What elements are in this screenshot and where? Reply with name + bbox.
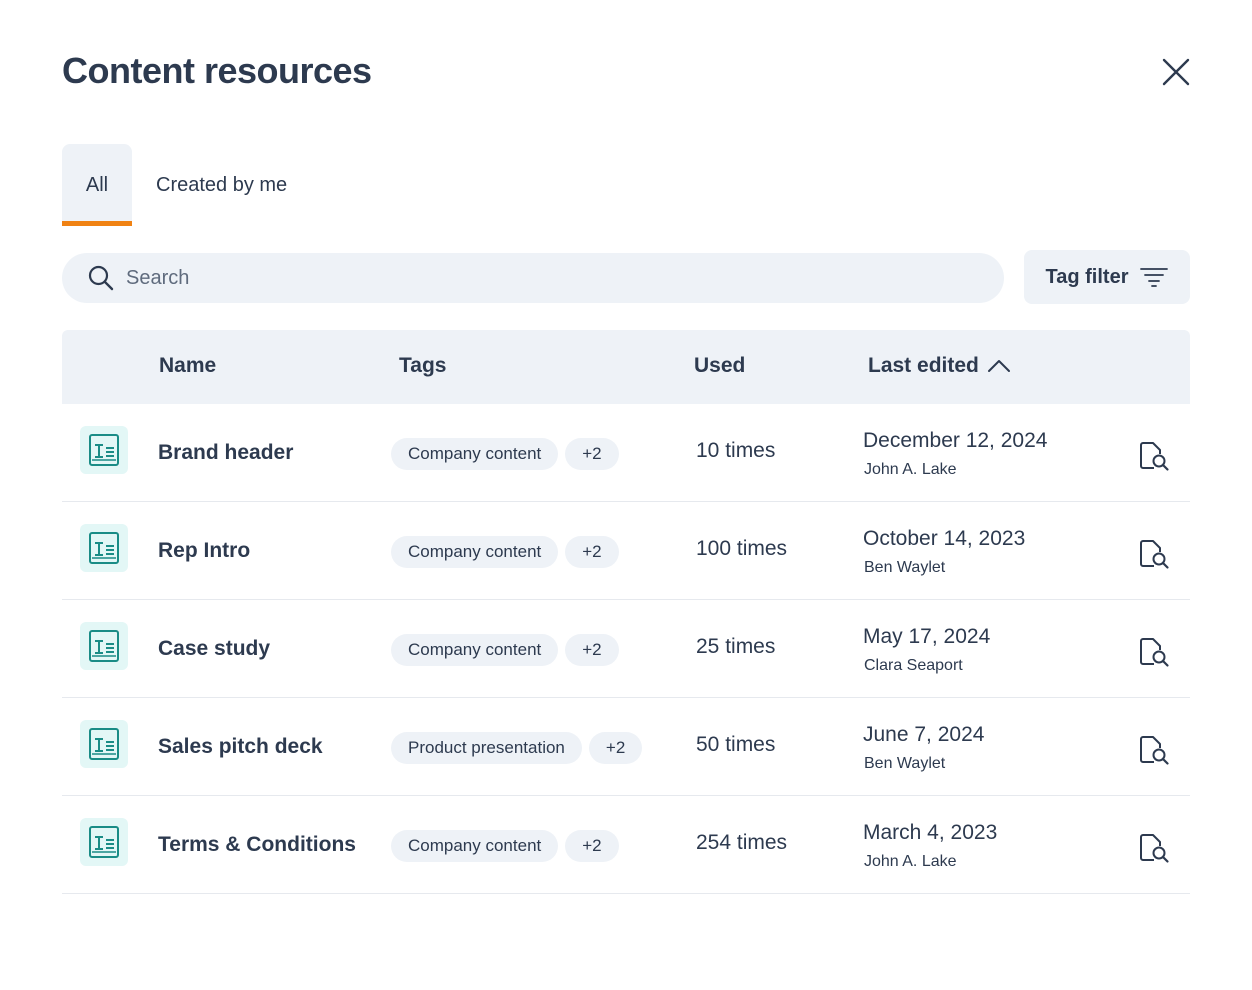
resource-name[interactable]: Terms & Conditions bbox=[158, 833, 356, 857]
page-title: Content resources bbox=[62, 50, 372, 91]
last-edited-author: Ben Waylet bbox=[864, 755, 946, 772]
preview-button[interactable] bbox=[1136, 634, 1172, 670]
search-icon bbox=[88, 265, 114, 291]
table-header: Name Tags Used Last edited bbox=[62, 330, 1190, 404]
tag-chip[interactable]: Company content bbox=[391, 536, 559, 568]
resource-name[interactable]: Case study bbox=[158, 637, 270, 661]
more-tags-chip[interactable]: +2 bbox=[565, 536, 619, 568]
text-document-icon bbox=[80, 622, 128, 670]
column-header-used[interactable]: Used bbox=[694, 354, 745, 378]
filter-lines-icon bbox=[1140, 268, 1169, 287]
tag-list: Product presentation +2 bbox=[391, 732, 643, 764]
last-edited-author: John A. Lake bbox=[864, 461, 957, 478]
usage-count: 100 times bbox=[696, 537, 788, 560]
tag-filter-label: Tag filter bbox=[1045, 265, 1129, 288]
table-row[interactable]: Brand header Company content +2 10 times… bbox=[62, 404, 1190, 502]
more-tags-chip[interactable]: +2 bbox=[588, 732, 643, 764]
text-document-icon bbox=[80, 818, 128, 866]
preview-button[interactable] bbox=[1136, 438, 1172, 474]
chevron-up-icon bbox=[987, 360, 1010, 372]
tag-list: Company content +2 bbox=[391, 830, 619, 862]
tab-all[interactable]: All bbox=[62, 144, 132, 226]
document-search-icon bbox=[1140, 540, 1169, 569]
more-tags-chip[interactable]: +2 bbox=[565, 830, 619, 862]
tag-chip[interactable]: Product presentation bbox=[391, 732, 582, 764]
tag-list: Company content +2 bbox=[391, 634, 619, 666]
search-bar[interactable] bbox=[62, 253, 1004, 303]
resource-name[interactable]: Brand header bbox=[158, 441, 293, 465]
text-document-icon bbox=[80, 720, 128, 768]
tab-created-by-me[interactable]: Created by me bbox=[132, 144, 287, 226]
column-header-tags[interactable]: Tags bbox=[399, 354, 446, 378]
column-header-name[interactable]: Name bbox=[159, 354, 216, 378]
resource-name[interactable]: Rep Intro bbox=[158, 539, 250, 563]
table-row[interactable]: Sales pitch deck Product presentation +2… bbox=[62, 698, 1190, 796]
document-search-icon bbox=[1140, 442, 1169, 471]
last-edited-author: John A. Lake bbox=[864, 853, 957, 870]
text-document-icon bbox=[80, 524, 128, 572]
preview-button[interactable] bbox=[1136, 536, 1172, 572]
column-header-last-edited-label: Last edited bbox=[868, 354, 979, 377]
resource-name[interactable]: Sales pitch deck bbox=[158, 735, 323, 759]
usage-count: 25 times bbox=[696, 635, 776, 658]
usage-count: 50 times bbox=[696, 733, 776, 756]
last-edited-date: October 14, 2023 bbox=[863, 527, 1026, 550]
tag-list: Company content +2 bbox=[391, 438, 619, 470]
last-edited-date: June 7, 2024 bbox=[863, 723, 985, 746]
table-row[interactable]: Rep Intro Company content +2 100 times O… bbox=[62, 502, 1190, 600]
tag-chip[interactable]: Company content bbox=[391, 830, 559, 862]
last-edited-date: May 17, 2024 bbox=[863, 625, 991, 648]
last-edited-date: March 4, 2023 bbox=[863, 821, 998, 844]
last-edited-author: Clara Seaport bbox=[864, 657, 963, 674]
preview-button[interactable] bbox=[1136, 732, 1172, 768]
document-search-icon bbox=[1140, 638, 1169, 667]
tag-filter-button[interactable]: Tag filter bbox=[1024, 250, 1190, 304]
tag-chip[interactable]: Company content bbox=[391, 438, 559, 470]
tag-chip[interactable]: Company content bbox=[391, 634, 559, 666]
last-edited-date: December 12, 2024 bbox=[863, 429, 1048, 452]
document-search-icon bbox=[1140, 736, 1169, 765]
search-input[interactable] bbox=[126, 266, 966, 290]
more-tags-chip[interactable]: +2 bbox=[565, 634, 619, 666]
tag-list: Company content +2 bbox=[391, 536, 619, 568]
table-row[interactable]: Case study Company content +2 25 times M… bbox=[62, 600, 1190, 698]
close-button[interactable] bbox=[1156, 52, 1196, 92]
close-icon bbox=[1162, 58, 1190, 86]
last-edited-author: Ben Waylet bbox=[864, 559, 946, 576]
tab-bar: All Created by me bbox=[62, 144, 287, 226]
usage-count: 254 times bbox=[696, 831, 788, 854]
column-header-last-edited[interactable]: Last edited bbox=[868, 354, 1011, 378]
usage-count: 10 times bbox=[696, 439, 776, 462]
more-tags-chip[interactable]: +2 bbox=[565, 438, 619, 470]
document-search-icon bbox=[1140, 834, 1169, 863]
table-row[interactable]: Terms & Conditions Company content +2 25… bbox=[62, 796, 1190, 894]
text-document-icon bbox=[80, 426, 128, 474]
preview-button[interactable] bbox=[1136, 830, 1172, 866]
